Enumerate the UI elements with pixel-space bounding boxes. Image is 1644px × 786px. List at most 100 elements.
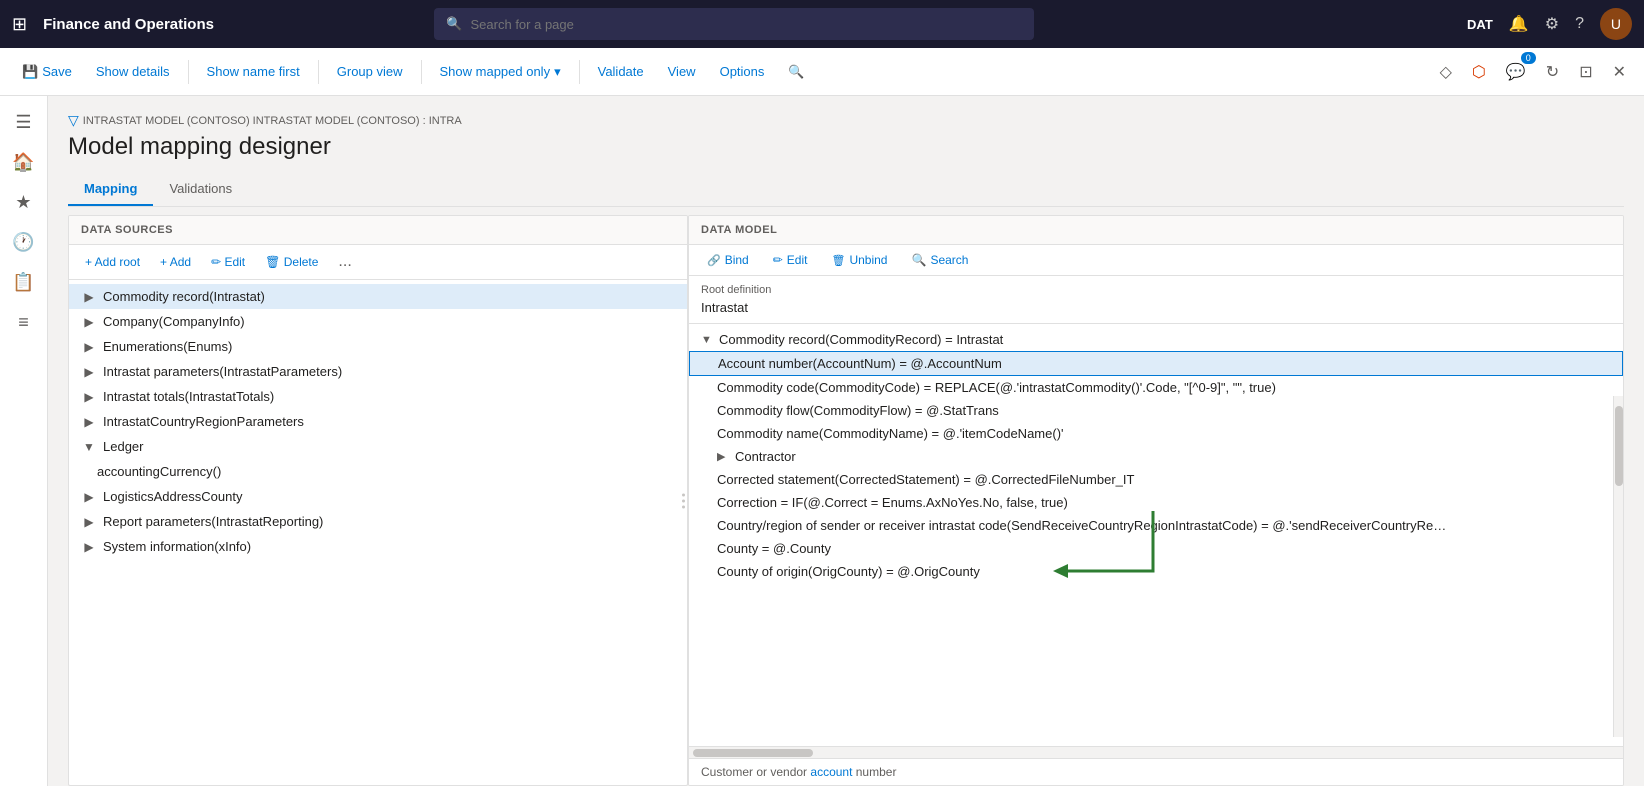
data-model-tree: ▼ Commodity record(CommodityRecord) = In… xyxy=(689,324,1623,746)
validate-button[interactable]: Validate xyxy=(588,58,654,85)
dropdown-chevron-icon: ▾ xyxy=(554,64,561,80)
grid-icon[interactable]: ⊞ xyxy=(12,14,27,35)
save-button[interactable]: 💾 Save xyxy=(12,58,82,86)
command-search-button[interactable]: 🔍 xyxy=(778,58,814,86)
model-item-label-4: Commodity name(CommodityName) = @.'itemC… xyxy=(717,426,1064,441)
nav-favorites-icon[interactable]: ★ xyxy=(6,184,42,220)
edit-model-button[interactable]: ✏ Edit xyxy=(763,249,818,271)
root-definition: Root definition Intrastat xyxy=(689,276,1623,324)
model-item-county-of-origin[interactable]: County of origin(OrigCounty) = @.OrigCou… xyxy=(689,560,1623,583)
tree-item-label-6: Ledger xyxy=(103,439,143,454)
model-item-label-9: County = @.County xyxy=(717,541,831,556)
tree-item-logistics[interactable]: ▶ LogisticsAddressCounty xyxy=(69,484,687,509)
bottom-bar-text: Customer or vendor account number xyxy=(701,765,896,779)
user-avatar[interactable]: U xyxy=(1600,8,1632,40)
model-item-commodity-name[interactable]: Commodity name(CommodityName) = @.'itemC… xyxy=(689,422,1623,445)
global-search-box[interactable]: 🔍 xyxy=(434,8,1034,40)
model-item-label-3: Commodity flow(CommodityFlow) = @.StatTr… xyxy=(717,403,999,418)
tree-item-country-region[interactable]: ▶ IntrastatCountryRegionParameters xyxy=(69,409,687,434)
nav-workspaces-icon[interactable]: 📋 xyxy=(6,264,42,300)
show-name-first-button[interactable]: Show name first xyxy=(197,58,310,85)
model-item-label-0: Commodity record(CommodityRecord) = Intr… xyxy=(719,332,1003,347)
tree-item-label-0: Commodity record(Intrastat) xyxy=(103,289,265,304)
tree-item-label-2: Enumerations(Enums) xyxy=(103,339,232,354)
tree-item-intrastat-params[interactable]: ▶ Intrastat parameters(IntrastatParamete… xyxy=(69,359,687,384)
model-item-contractor[interactable]: ▶ Contractor xyxy=(689,445,1623,468)
nav-right-section: DAT 🔔 ⚙ ? U xyxy=(1467,8,1632,40)
delete-button[interactable]: 🗑 Delete xyxy=(257,251,326,273)
edit-button[interactable]: ✏ Edit xyxy=(203,251,253,273)
tree-item-system-info[interactable]: ▶ System information(xInfo) xyxy=(69,534,687,559)
add-button[interactable]: + Add xyxy=(152,251,199,273)
group-view-button[interactable]: Group view xyxy=(327,58,413,85)
tree-item-label-8: LogisticsAddressCounty xyxy=(103,489,242,504)
tab-bar: Mapping Validations xyxy=(68,173,1624,207)
model-item-county[interactable]: County = @.County xyxy=(689,537,1623,560)
notifications-badge-icon[interactable]: 💬 0 xyxy=(1500,56,1532,88)
model-item-label-5: Contractor xyxy=(735,449,796,464)
nav-home-icon[interactable]: 🏠 xyxy=(6,144,42,180)
model-item-country-region[interactable]: Country/region of sender or receiver int… xyxy=(689,514,1623,537)
expand-icon-3: ▶ xyxy=(81,365,97,379)
expand-icon-8: ▶ xyxy=(81,490,97,504)
tree-item-enumerations[interactable]: ▶ Enumerations(Enums) xyxy=(69,334,687,359)
tree-item-ledger[interactable]: ▼ Ledger xyxy=(69,434,687,459)
tree-item-label-3: Intrastat parameters(IntrastatParameters… xyxy=(103,364,342,379)
show-details-button[interactable]: Show details xyxy=(86,58,180,85)
unbind-button[interactable]: 🗑 Unbind xyxy=(821,249,897,271)
model-item-corrected-statement[interactable]: Corrected statement(CorrectedStatement) … xyxy=(689,468,1623,491)
view-button[interactable]: View xyxy=(658,58,706,85)
tab-validations[interactable]: Validations xyxy=(153,173,248,206)
data-model-toolbar: 🔗 Bind ✏ Edit 🗑 Unbind 🔍 Search xyxy=(689,245,1623,276)
model-item-label-8: Country/region of sender or receiver int… xyxy=(717,518,1446,533)
model-item-label-10: County of origin(OrigCounty) = @.OrigCou… xyxy=(717,564,980,579)
model-item-commodity-flow[interactable]: Commodity flow(CommodityFlow) = @.StatTr… xyxy=(689,399,1623,422)
show-mapped-only-button[interactable]: Show mapped only ▾ xyxy=(430,58,571,86)
search-model-icon: 🔍 xyxy=(911,253,926,267)
collapse-icon-model-0: ▼ xyxy=(701,334,715,346)
options-button[interactable]: Options xyxy=(710,58,775,85)
tree-item-label-9: Report parameters(IntrastatReporting) xyxy=(103,514,323,529)
expand-icon-1: ▶ xyxy=(81,315,97,329)
split-layout: DATA SOURCES + Add root + Add ✏ Edit 🗑 D… xyxy=(68,215,1624,786)
root-def-value: Intrastat xyxy=(701,300,1611,315)
command-search-icon: 🔍 xyxy=(788,64,804,80)
diamond-icon[interactable]: ◇ xyxy=(1434,56,1458,88)
settings-icon[interactable]: ⚙ xyxy=(1545,14,1559,34)
model-item-correction[interactable]: Correction = IF(@.Correct = Enums.AxNoYe… xyxy=(689,491,1623,514)
bind-button[interactable]: 🔗 Bind xyxy=(697,249,759,271)
nav-modules-icon[interactable]: ≡ xyxy=(6,304,42,340)
nav-menu-icon[interactable]: ☰ xyxy=(6,104,42,140)
tree-item-intrastat-totals[interactable]: ▶ Intrastat totals(IntrastatTotals) xyxy=(69,384,687,409)
breadcrumb-text: INTRASTAT MODEL (CONTOSO) INTRASTAT MODE… xyxy=(83,115,462,127)
search-input[interactable] xyxy=(471,17,1023,32)
model-item-label-1: Account number(AccountNum) = @.AccountNu… xyxy=(718,356,1002,371)
nav-recent-icon[interactable]: 🕐 xyxy=(6,224,42,260)
search-model-button[interactable]: 🔍 Search xyxy=(901,249,978,271)
tab-mapping[interactable]: Mapping xyxy=(68,173,153,206)
expand-icon-model-5: ▶ xyxy=(717,450,731,463)
refresh-icon[interactable]: ↻ xyxy=(1540,56,1565,88)
vertical-scrollbar[interactable] xyxy=(1613,396,1623,737)
account-link[interactable]: account xyxy=(810,765,852,779)
tree-item-company[interactable]: ▶ Company(CompanyInfo) xyxy=(69,309,687,334)
tree-item-accounting-currency[interactable]: accountingCurrency() xyxy=(69,459,687,484)
model-item-commodity-record[interactable]: ▼ Commodity record(CommodityRecord) = In… xyxy=(689,328,1623,351)
tree-item-commodity-record[interactable]: ▶ Commodity record(Intrastat) xyxy=(69,284,687,309)
horizontal-scrollbar[interactable] xyxy=(689,746,1623,758)
notification-icon[interactable]: 🔔 xyxy=(1509,14,1529,34)
model-item-account-number[interactable]: Account number(AccountNum) = @.AccountNu… xyxy=(689,351,1623,376)
filter-icon[interactable]: ▽ xyxy=(68,112,79,129)
model-item-commodity-code[interactable]: Commodity code(CommodityCode) = REPLACE(… xyxy=(689,376,1623,399)
search-icon: 🔍 xyxy=(446,16,462,32)
resize-handle[interactable] xyxy=(682,493,685,508)
tree-item-report-params[interactable]: ▶ Report parameters(IntrastatReporting) xyxy=(69,509,687,534)
h-scrollbar-thumb xyxy=(693,749,813,757)
close-icon[interactable]: ✕ xyxy=(1607,56,1632,88)
add-root-button[interactable]: + Add root xyxy=(77,251,148,273)
more-button[interactable]: ... xyxy=(330,249,359,275)
help-icon[interactable]: ? xyxy=(1575,15,1584,33)
office-icon[interactable]: ⬡ xyxy=(1466,56,1492,88)
separator-3 xyxy=(421,60,422,84)
open-in-new-icon[interactable]: ⊡ xyxy=(1573,56,1598,88)
